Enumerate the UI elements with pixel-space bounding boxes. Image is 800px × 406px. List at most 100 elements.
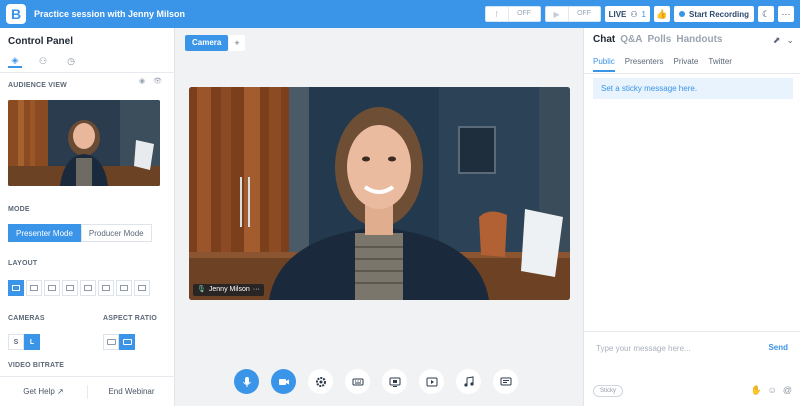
camera-size-small-button[interactable]: S [8, 334, 24, 350]
video-stage: 🎙 Jenny Milson ··· [189, 87, 570, 300]
subtab-twitter[interactable]: Twitter [708, 57, 732, 72]
tab-qa[interactable]: Q&A [620, 34, 642, 45]
tab-chat[interactable]: Chat [593, 34, 615, 45]
layout-option[interactable] [116, 280, 132, 296]
microphone-icon [242, 376, 251, 387]
add-tab-button[interactable]: + [229, 35, 245, 51]
record-toggle-icon[interactable]: ◉ [139, 77, 145, 85]
audience-view-label: AUDIENCE VIEW [8, 82, 67, 89]
audience-preview-image [8, 100, 160, 186]
control-panel-footer: Get Help ↗ End Webinar [0, 376, 175, 406]
presenter-name: Jenny Milson [208, 286, 250, 293]
aspect-standard-icon [106, 339, 116, 345]
clock-icon[interactable]: ◷ [64, 54, 78, 68]
facebook-toggle[interactable]: f OFF [484, 6, 541, 22]
thumbs-up-icon: 👍 [656, 8, 668, 19]
facebook-icon: f [495, 9, 498, 19]
night-mode-button[interactable]: ☾ [758, 6, 774, 22]
mic-indicator-icon: 🎙 [197, 286, 206, 293]
presenter-mode-button[interactable]: Presenter Mode [8, 224, 81, 242]
popout-icon[interactable]: ⬈ [773, 35, 781, 46]
settings-button[interactable] [308, 369, 333, 394]
top-bar: B Practice session with Jenny Milson f O… [0, 0, 800, 28]
layout-bottom-icon [66, 285, 74, 291]
stage-controls [234, 369, 518, 394]
subtab-private[interactable]: Private [673, 57, 698, 72]
layout-option[interactable] [134, 280, 150, 296]
audience-view-icons: ◉ 👁 [139, 77, 162, 85]
chevron-down-icon[interactable]: ⌄ [786, 35, 794, 46]
microphone-button[interactable] [234, 369, 259, 394]
layout-option[interactable] [8, 280, 24, 296]
presenter-video [189, 87, 570, 300]
message-button[interactable] [493, 369, 518, 394]
keyboard-button[interactable] [345, 369, 370, 394]
music-button[interactable] [456, 369, 481, 394]
get-help-link[interactable]: Get Help ↗ [0, 387, 87, 396]
layout-option[interactable] [98, 280, 114, 296]
layout-sidebar-icon [30, 285, 38, 291]
keyboard-icon [352, 378, 363, 385]
layout-option[interactable] [44, 280, 60, 296]
name-tag-more-icon[interactable]: ··· [253, 284, 260, 296]
attendee-count: 1 [641, 9, 646, 19]
layout-grid-icon [12, 285, 20, 291]
eye-icon[interactable]: 👁 [153, 77, 162, 85]
divider [584, 331, 800, 332]
chat-subtabs: Public Presenters Private Twitter [593, 57, 732, 72]
raise-hand-icon[interactable]: ✋ [750, 385, 761, 396]
video-bitrate-label: VIDEO BITRATE [8, 362, 65, 369]
tab-polls[interactable]: Polls [647, 34, 671, 45]
film-icon [426, 377, 437, 386]
subtab-public[interactable]: Public [593, 57, 615, 72]
aspect-ratio-16-9-button[interactable] [119, 334, 135, 350]
layers-icon[interactable]: ◈ [8, 54, 22, 68]
chat-panel: Chat Q&A Polls Handouts ⬈ ⌄ Public Prese… [583, 28, 800, 406]
person-icon[interactable]: ⚇ [36, 54, 50, 68]
end-webinar-button[interactable]: End Webinar [88, 387, 175, 396]
layout-top-icon [48, 285, 56, 291]
camera-tab[interactable]: Camera [185, 35, 229, 51]
gear-icon [315, 376, 326, 387]
audience-view-preview [8, 100, 160, 186]
camera-button[interactable] [271, 369, 296, 394]
aspect-wide-icon [122, 339, 132, 345]
control-panel: Control Panel ◈ ⚇ ◷ AUDIENCE VIEW ◉ 👁 MO… [0, 28, 175, 406]
music-note-icon [463, 375, 474, 387]
layout-option[interactable] [26, 280, 42, 296]
mention-icon[interactable]: @ [783, 385, 792, 396]
producer-mode-button[interactable]: Producer Mode [80, 224, 152, 242]
control-panel-title: Control Panel [8, 36, 74, 47]
tab-handouts[interactable]: Handouts [676, 34, 722, 45]
layout-option[interactable] [80, 280, 96, 296]
more-icon: ··· [781, 9, 791, 19]
start-recording-button[interactable]: Start Recording [673, 6, 754, 22]
sticky-message-field[interactable]: Set a sticky message here. [593, 78, 793, 99]
more-button[interactable]: ··· [778, 6, 794, 22]
subtab-presenters[interactable]: Presenters [625, 57, 664, 72]
layout-split-icon [102, 285, 110, 291]
cameras-label: CAMERAS [8, 315, 45, 322]
youtube-toggle[interactable]: ▶ OFF [544, 6, 601, 22]
sticky-toggle[interactable]: Sticky [593, 385, 624, 397]
record-icon [678, 11, 685, 17]
chat-panel-tabs: Chat Q&A Polls Handouts [593, 34, 722, 45]
chat-input-icons: ✋ ☺ @ [750, 385, 792, 396]
send-button[interactable]: Send [768, 343, 788, 352]
live-status[interactable]: LIVE ⚇ 1 [604, 6, 650, 22]
layout-option[interactable] [62, 280, 78, 296]
emoji-icon[interactable]: ☺ [768, 385, 777, 396]
video-button[interactable] [419, 369, 444, 394]
layout-corner-alt-icon [138, 285, 146, 291]
presenter-name-tag[interactable]: 🎙 Jenny Milson ··· [193, 284, 264, 296]
youtube-icon: ▶ [553, 9, 560, 19]
screen-share-button[interactable] [382, 369, 407, 394]
divider [584, 73, 800, 74]
app-logo: B [6, 4, 26, 24]
aspect-ratio-4-3-button[interactable] [103, 334, 119, 350]
chat-message-input[interactable] [596, 341, 756, 355]
camera-size-large-button[interactable]: L [24, 334, 40, 350]
message-icon [500, 377, 511, 385]
mode-selector: Presenter Mode Producer Mode [8, 224, 152, 242]
thumbs-up-button[interactable]: 👍 [653, 6, 670, 22]
